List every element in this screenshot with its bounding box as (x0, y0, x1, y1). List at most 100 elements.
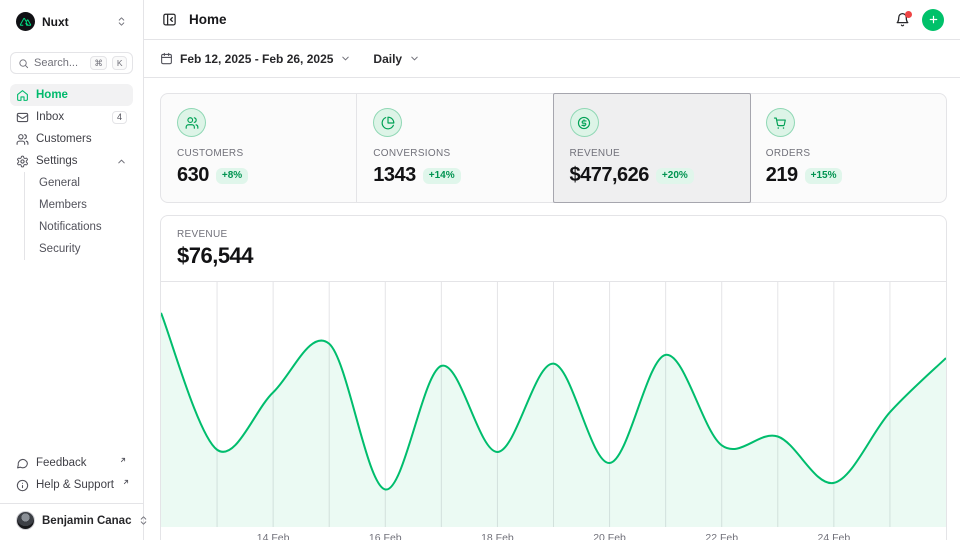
stat-label: REVENUE (570, 148, 733, 159)
user-name: Benjamin Canac (42, 515, 131, 527)
date-range-picker[interactable]: Feb 12, 2025 - Feb 26, 2025 (160, 52, 351, 66)
chart-canvas (161, 282, 946, 527)
x-axis-label: 22 Feb (705, 532, 738, 540)
chart-header: REVENUE $76,544 (161, 216, 946, 282)
sidebar-spacer (10, 260, 133, 452)
stat-value: 1343 (373, 164, 416, 187)
sidebar-item-notifications[interactable]: Notifications (35, 216, 133, 238)
search-input[interactable]: ⌘ K (10, 52, 133, 74)
stat-label: ORDERS (766, 148, 930, 159)
subnav-label: General (39, 177, 80, 189)
circle-dollar-icon (570, 108, 599, 137)
subnav-label: Security (39, 243, 81, 255)
content: CUSTOMERS 630 +8% CONVERSIONS 1343 +14% (144, 78, 960, 540)
period-select[interactable]: Daily (373, 52, 420, 66)
stat-delta-badge: +14% (423, 168, 461, 184)
sidebar-footer-nav: Feedback Help & Support (10, 452, 133, 496)
info-circle-icon (16, 479, 29, 492)
chart-label: REVENUE (177, 229, 930, 240)
sidebar-item-label: Customers (36, 133, 127, 145)
sidebar-nav: Home Inbox 4 Customers Settings General … (10, 84, 133, 260)
page-title: Home (189, 12, 883, 27)
stat-card-customers[interactable]: CUSTOMERS 630 +8% (161, 94, 357, 202)
x-axis-label: 18 Feb (481, 532, 514, 540)
period-value: Daily (373, 52, 402, 66)
inbox-count-badge: 4 (112, 111, 127, 124)
chevron-down-icon (409, 53, 420, 64)
sidebar: Nuxt ⌘ K Home Inbox 4 Customers (0, 0, 144, 540)
app-root: Nuxt ⌘ K Home Inbox 4 Customers (0, 0, 960, 540)
stat-value: $477,626 (570, 164, 649, 187)
main-area: Home Feb 12, 2025 - Feb 26, 2025 Daily (144, 0, 960, 540)
x-axis-label: 16 Feb (369, 532, 402, 540)
workspace-name: Nuxt (42, 15, 109, 29)
stat-label: CONVERSIONS (373, 148, 536, 159)
user-menu[interactable]: Benjamin Canac (10, 504, 133, 532)
revenue-area-chart (161, 282, 946, 527)
sidebar-item-inbox[interactable]: Inbox 4 (10, 106, 133, 128)
stat-value: 219 (766, 164, 798, 187)
chart-x-axis: 14 Feb 16 Feb 18 Feb 20 Feb 22 Feb 24 Feb (161, 527, 946, 540)
stat-delta-badge: +8% (216, 168, 248, 184)
nuxt-logo-icon (16, 12, 35, 31)
sidebar-item-help-support[interactable]: Help & Support (10, 474, 133, 496)
chevrons-up-down-icon (116, 16, 127, 27)
home-icon (16, 89, 29, 102)
settings-submenu: General Members Notifications Security (24, 172, 133, 260)
sidebar-item-label: Settings (36, 155, 109, 167)
notifications-button[interactable] (893, 10, 912, 29)
shopping-cart-icon (766, 108, 795, 137)
stat-card-revenue[interactable]: REVENUE $477,626 +20% (554, 94, 750, 202)
sidebar-item-customers[interactable]: Customers (10, 128, 133, 150)
x-axis-label: 14 Feb (257, 532, 290, 540)
date-range-value: Feb 12, 2025 - Feb 26, 2025 (180, 52, 333, 66)
sidebar-item-label: Inbox (36, 111, 105, 123)
subnav-label: Notifications (39, 221, 102, 233)
stat-card-conversions[interactable]: CONVERSIONS 1343 +14% (357, 94, 553, 202)
users-icon (16, 133, 29, 146)
panel-left-close-icon (162, 12, 177, 27)
stat-label: CUSTOMERS (177, 148, 340, 159)
search-field[interactable] (34, 57, 85, 69)
chart-pie-icon (373, 108, 402, 137)
gear-icon (16, 155, 29, 168)
revenue-chart-card: REVENUE $76,544 14 Feb 16 Feb 18 Feb 20 Feb… (160, 215, 947, 540)
add-new-button[interactable] (922, 9, 944, 31)
sidebar-item-label: Home (36, 89, 127, 101)
x-axis-label: 24 Feb (817, 532, 850, 540)
sidebar-item-members[interactable]: Members (35, 194, 133, 216)
inbox-icon (16, 111, 29, 124)
sidebar-item-security[interactable]: Security (35, 238, 133, 260)
chevron-down-icon (340, 53, 351, 64)
sidebar-item-label: Feedback (36, 457, 111, 469)
stats-row: CUSTOMERS 630 +8% CONVERSIONS 1343 +14% (160, 93, 947, 203)
sidebar-item-home[interactable]: Home (10, 84, 133, 106)
calendar-icon (160, 52, 173, 65)
chevron-up-icon (116, 156, 127, 167)
plus-icon (928, 14, 939, 25)
x-axis-label: 20 Feb (593, 532, 626, 540)
sidebar-item-label: Help & Support (36, 479, 114, 491)
sidebar-item-feedback[interactable]: Feedback (10, 452, 133, 474)
subnav-label: Members (39, 199, 87, 211)
avatar (16, 511, 35, 530)
stat-delta-badge: +15% (805, 168, 843, 184)
users-icon (177, 108, 206, 137)
stat-delta-badge: +20% (656, 168, 694, 184)
sidebar-item-settings[interactable]: Settings (10, 150, 133, 172)
search-icon (18, 58, 29, 69)
stat-value: 630 (177, 164, 209, 187)
external-link-icon (122, 478, 130, 486)
external-link-icon (119, 456, 127, 464)
notification-dot (905, 11, 912, 18)
sidebar-item-general[interactable]: General (35, 172, 133, 194)
filter-toolbar: Feb 12, 2025 - Feb 26, 2025 Daily (144, 40, 960, 78)
workspace-switcher[interactable]: Nuxt (10, 8, 133, 35)
top-bar: Home (144, 0, 960, 40)
collapse-sidebar-button[interactable] (160, 10, 179, 29)
stat-card-orders[interactable]: ORDERS 219 +15% (750, 94, 946, 202)
chart-total: $76,544 (177, 243, 930, 269)
message-circle-icon (16, 457, 29, 470)
kbd-command: ⌘ (90, 56, 108, 70)
kbd-k: K (112, 56, 127, 70)
